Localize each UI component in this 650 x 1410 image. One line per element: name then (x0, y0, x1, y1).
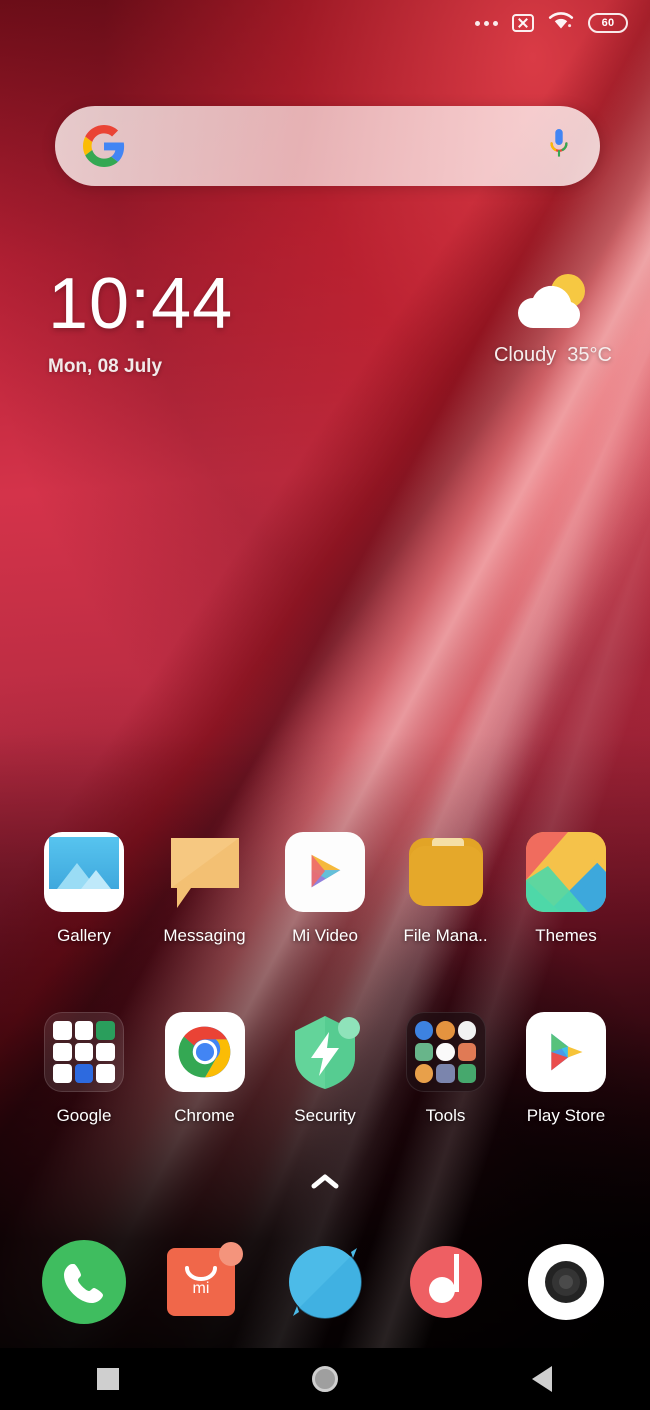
nav-recents-button[interactable] (48, 1348, 168, 1410)
mini-icon-5 (436, 1042, 455, 1062)
app-gallery[interactable]: Gallery (36, 832, 132, 946)
circle-icon (311, 1366, 338, 1392)
app-label: Themes (535, 926, 597, 945)
mini-icon-4 (414, 1042, 434, 1062)
app-row-1: Gallery Messaging Mi Video File Mana.. T… (0, 832, 650, 946)
mini-icon-drive (74, 1042, 94, 1062)
dock-app-phone[interactable] (36, 1238, 132, 1326)
mini-icon-photos (53, 1064, 72, 1083)
nav-home-button[interactable] (265, 1348, 385, 1410)
mini-icon-slides (96, 1064, 115, 1083)
app-row-2: Google Chrome Security Tools Play Store (0, 1012, 650, 1126)
dock-app-mi-store[interactable]: mi (157, 1238, 253, 1326)
browser-icon (281, 1238, 369, 1326)
app-label: File Mana.. (403, 926, 488, 945)
security-shield-icon (285, 1012, 365, 1092)
square-icon (97, 1368, 120, 1390)
app-label: Play Store (526, 1106, 606, 1125)
music-icon (402, 1238, 490, 1326)
navigation-bar (0, 1348, 650, 1410)
app-themes[interactable]: Themes (518, 832, 614, 946)
svg-text:mi: mi (192, 1280, 209, 1297)
mini-icon-7 (414, 1064, 434, 1083)
google-search-bar[interactable] (55, 106, 600, 186)
mini-icon-6 (457, 1042, 477, 1062)
mi-store-icon: mi (161, 1238, 249, 1326)
messaging-icon (165, 832, 245, 912)
chevron-up-icon[interactable] (310, 1174, 340, 1194)
clock-time: 10:44 (48, 264, 234, 344)
mini-icon-google (53, 1021, 72, 1040)
cloudy-sun-icon (511, 272, 595, 334)
file-manager-icon (406, 832, 486, 912)
app-file-manager[interactable]: File Mana.. (398, 832, 494, 946)
tools-folder-icon (405, 1012, 486, 1092)
themes-icon (526, 832, 606, 912)
app-label: Security (294, 1106, 356, 1125)
dock-app-camera[interactable] (518, 1238, 614, 1326)
battery-icon: 60 (588, 13, 628, 33)
mi-video-icon (285, 832, 365, 912)
dock-app-music[interactable] (398, 1238, 494, 1326)
more-dots-icon (475, 20, 498, 26)
mini-icon-maps (96, 1021, 115, 1040)
phone-icon (40, 1238, 128, 1326)
app-label: Google (56, 1106, 112, 1125)
mini-icon-3 (457, 1021, 477, 1040)
wallpaper (0, 0, 650, 1410)
gallery-icon (44, 832, 124, 912)
app-label: Tools (425, 1106, 466, 1125)
status-bar: 60 (0, 0, 650, 46)
app-drawer-arrow[interactable] (0, 1172, 650, 1195)
app-label: Gallery (57, 926, 111, 945)
app-tools-folder[interactable]: Tools (398, 1012, 494, 1126)
microphone-icon[interactable] (546, 128, 572, 164)
dock-app-browser[interactable] (277, 1238, 373, 1326)
app-label: Messaging (163, 926, 246, 945)
play-store-icon (526, 1012, 606, 1092)
nav-back-button[interactable] (482, 1348, 602, 1410)
clock-date: Mon, 08 July (48, 356, 163, 377)
mini-icon-9 (457, 1064, 477, 1083)
mini-icon-gmail (74, 1021, 94, 1040)
weather-text: Cloudy 35°C (493, 344, 612, 366)
app-messaging[interactable]: Messaging (157, 832, 253, 946)
weather-widget[interactable]: Cloudy 35°C (494, 272, 612, 367)
mini-icon-duo (74, 1064, 94, 1083)
google-g-icon (83, 125, 125, 167)
app-security[interactable]: Security (277, 1012, 373, 1126)
wifi-icon (548, 11, 574, 36)
app-google-folder[interactable]: Google (36, 1012, 132, 1126)
battery-level: 60 (601, 17, 615, 29)
app-play-store[interactable]: Play Store (518, 1012, 614, 1126)
app-label: Chrome (174, 1106, 235, 1125)
google-folder-icon (44, 1012, 124, 1092)
app-label: Mi Video (292, 926, 358, 945)
dock: mi (0, 1238, 650, 1326)
triangle-back-icon (531, 1366, 552, 1392)
mini-icon-play (96, 1042, 115, 1062)
mini-icon-8 (436, 1064, 455, 1083)
app-mi-video[interactable]: Mi Video (277, 832, 373, 946)
mini-icon-1 (414, 1021, 434, 1040)
mini-icon-youtube (53, 1042, 72, 1062)
clock-widget[interactable]: 10:44 Mon, 08 July (48, 268, 233, 378)
app-chrome[interactable]: Chrome (157, 1012, 253, 1126)
mini-icon-2 (436, 1021, 455, 1040)
chrome-icon (164, 1012, 245, 1092)
no-sim-icon (512, 14, 534, 32)
camera-icon (522, 1238, 610, 1326)
